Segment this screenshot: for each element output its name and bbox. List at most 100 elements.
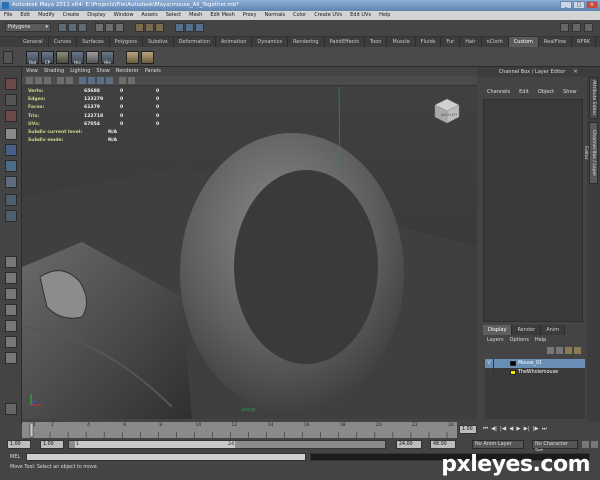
shelf-menu-icon[interactable] [3,51,13,64]
layout-four-icon[interactable] [5,272,17,284]
auto-key-icon[interactable] [582,441,589,448]
move-tool-icon[interactable] [5,128,17,140]
scale-tool-icon[interactable] [5,160,17,172]
cb-menu-show[interactable]: Show [563,88,577,97]
last-tool-icon[interactable] [5,210,17,222]
side-tab-attribute-editor[interactable]: Attribute Editor [589,77,598,119]
shelf-tab-rfrk[interactable]: RFRK [572,37,597,47]
snap-curve-icon[interactable] [145,23,154,32]
smooth-shade-icon[interactable] [88,77,95,84]
lights-icon[interactable] [106,77,113,84]
minimize-button[interactable]: _ [560,1,572,9]
grid-toggle-icon[interactable] [57,77,64,84]
manipulator-tool-icon[interactable] [5,176,17,188]
render-icon[interactable] [175,23,184,32]
step-forward-key-icon[interactable]: ▶| [524,426,530,433]
menu-edit-mesh[interactable]: Edit Mesh [210,11,234,20]
shelf-tab-realflow[interactable]: RealFlow [539,37,573,47]
shelf-tab-curves[interactable]: Curves [49,37,78,47]
layout-single-icon[interactable] [5,256,17,268]
shelf-tab-muscle[interactable]: Muscle [387,37,416,47]
shelf-button-tool-1[interactable] [126,51,139,64]
select-tool-icon[interactable] [5,78,17,90]
cb-menu-channels[interactable]: Channels [487,88,510,97]
shelf-button-out[interactable]: Out [26,51,39,65]
layer-menu-help[interactable]: Help [535,336,546,345]
menu-color[interactable]: Color [293,11,306,20]
shelf-tab-animation[interactable]: Animation [216,37,253,47]
go-to-end-icon[interactable]: ⏭ [542,426,547,433]
menu-modify[interactable]: Modify [38,11,55,20]
tool-settings-toggle-icon[interactable] [572,23,581,32]
shelf-button-cp[interactable]: CP [41,51,54,65]
layer-color-swatch[interactable] [510,361,516,366]
range-slider[interactable]: 1 24 [68,440,386,449]
menu-edit[interactable]: Edit [20,11,30,20]
new-layer-icon[interactable] [565,347,572,354]
xray-icon[interactable] [128,77,135,84]
shelf-button-tool-2[interactable] [141,51,154,64]
viewport-menu-shading[interactable]: Shading [44,67,64,76]
snap-grid-icon[interactable] [135,23,144,32]
attribute-editor-toggle-icon[interactable] [560,23,569,32]
shelf-tab-deformation[interactable]: Deformation [174,37,216,47]
soft-mod-tool-icon[interactable] [5,194,17,206]
layout-graph-icon[interactable] [5,320,17,332]
anim-prefs-icon[interactable] [591,441,598,448]
menu-file[interactable]: File [4,11,12,20]
menu-help[interactable]: Help [379,11,390,20]
shelf-button-hio-2[interactable]: Hio [101,51,114,65]
shelf-tab-fluids[interactable]: Fluids [416,37,442,47]
shelf-tab-hair[interactable]: Hair [460,37,482,47]
play-backward-icon[interactable]: ◀ [509,426,513,433]
viewport-panel[interactable]: View Shading Lighting Show Renderer Pane… [22,67,477,419]
shelf-tab-surfaces[interactable]: Surfaces [77,37,110,47]
step-back-icon[interactable]: ◀| [491,426,497,433]
layer-visibility-toggle[interactable] [485,368,494,377]
shelf-button-cube[interactable] [56,51,69,64]
maximize-button[interactable]: □ [573,1,585,9]
layer-menu-layers[interactable]: Layers [487,336,504,345]
shelf-tab-rendering[interactable]: Rendering [288,37,325,47]
shelf-tab-subdivs[interactable]: Subdivs [143,37,174,47]
layout-outliner-icon[interactable] [5,304,17,316]
layer-menu-options[interactable]: Options [510,336,529,345]
viewcube[interactable]: BACK LEFT [434,98,460,124]
lasso-tool-icon[interactable] [5,94,17,106]
shelf-tab-painteffects[interactable]: PaintEffects [325,37,365,47]
viewport-menu-view[interactable]: View [26,67,38,76]
wrench-icon[interactable] [5,403,17,415]
layout-hypershade-icon[interactable] [5,336,17,348]
current-frame-field[interactable]: 1.00 [459,425,477,434]
cb-menu-object[interactable]: Object [538,88,554,97]
isolate-select-icon[interactable] [119,77,126,84]
paint-select-tool-icon[interactable] [5,110,17,122]
step-back-key-icon[interactable]: |◀ [500,426,506,433]
image-plane-icon[interactable] [44,77,51,84]
character-set-dropdown[interactable]: No Character Set [532,440,578,454]
menu-display[interactable]: Display [87,11,105,20]
playback-end-field[interactable]: 24.00 [396,440,422,449]
shelf-button-hio-1[interactable]: Hio [71,51,84,65]
bookmark-icon[interactable] [35,77,42,84]
film-gate-icon[interactable] [66,77,73,84]
menu-edit-uvs[interactable]: Edit UVs [350,11,371,20]
menu-create[interactable]: Create [63,11,80,20]
shelf-tab-toon[interactable]: Toon [365,37,388,47]
layer-tab-anim[interactable]: Anim [541,325,566,335]
rotate-tool-icon[interactable] [5,144,17,156]
range-slider-handle[interactable]: 1 24 [75,441,235,448]
layer-move-down-icon[interactable] [556,347,563,354]
select-component-icon[interactable] [115,23,124,32]
layer-color-swatch[interactable] [510,370,516,375]
playback-start-field[interactable]: 1.00 [40,440,64,449]
menu-window[interactable]: Window [114,11,134,20]
new-scene-icon[interactable] [58,23,67,32]
menu-set-dropdown[interactable]: Polygons ▾ [5,23,51,32]
shelf-tab-dynamics[interactable]: Dynamics [252,37,289,47]
channel-box-toggle-icon[interactable] [584,23,593,32]
play-forward-icon[interactable]: ▶ [516,426,520,433]
viewport-menu-lighting[interactable]: Lighting [70,67,90,76]
step-forward-icon[interactable]: |▶ [533,426,539,433]
shelf-button-mesh[interactable] [86,51,99,64]
